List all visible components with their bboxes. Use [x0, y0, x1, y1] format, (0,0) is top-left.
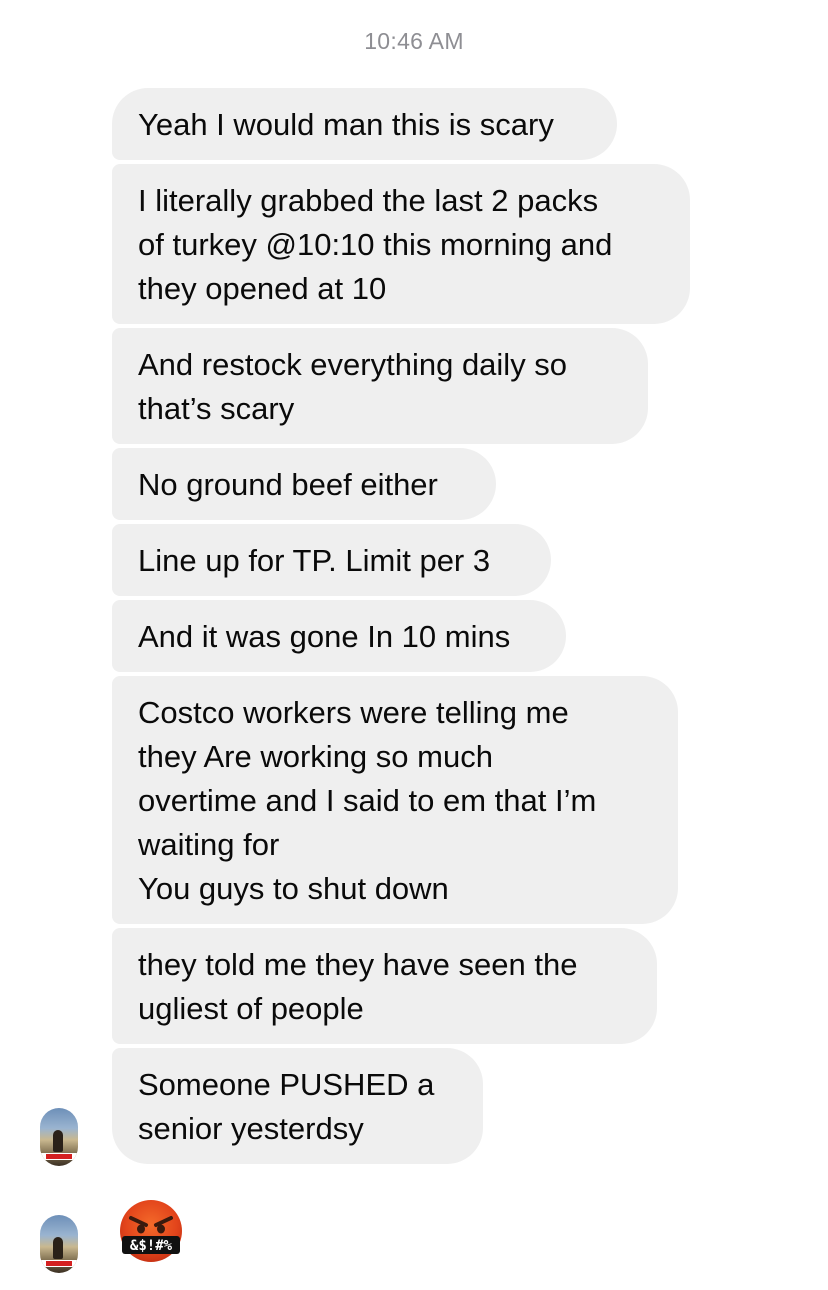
avatar[interactable] — [40, 1108, 78, 1166]
message-bubble[interactable]: Line up for TP. Limit per 3 — [112, 524, 551, 596]
avatar-sign — [40, 1153, 78, 1160]
message-bubble[interactable]: they told me they have seen the ugliest … — [112, 928, 657, 1044]
message-bubble[interactable]: I literally grabbed the last 2 packs of … — [112, 164, 690, 324]
timestamp: 10:46 AM — [364, 28, 464, 54]
avatar[interactable] — [40, 1215, 78, 1273]
message-bubble[interactable]: Someone PUSHED a senior yesterdsy — [112, 1048, 483, 1164]
angry-face-with-symbols-icon[interactable]: &$!#% — [118, 1198, 184, 1264]
avatar-figure — [53, 1130, 63, 1152]
avatar-sign — [40, 1260, 78, 1267]
emoji-symbols-text: &$!#% — [130, 1238, 173, 1254]
message-bubble[interactable]: And it was gone In 10 mins — [112, 600, 566, 672]
message-bubble[interactable]: Costco workers were telling me they Are … — [112, 676, 678, 924]
message-bubble[interactable]: No ground beef either — [112, 448, 496, 520]
avatar-figure — [53, 1237, 63, 1259]
message-bubble[interactable]: Yeah I would man this is scary — [112, 88, 617, 160]
message-bubble[interactable]: And restock everything daily so that’s s… — [112, 328, 648, 444]
